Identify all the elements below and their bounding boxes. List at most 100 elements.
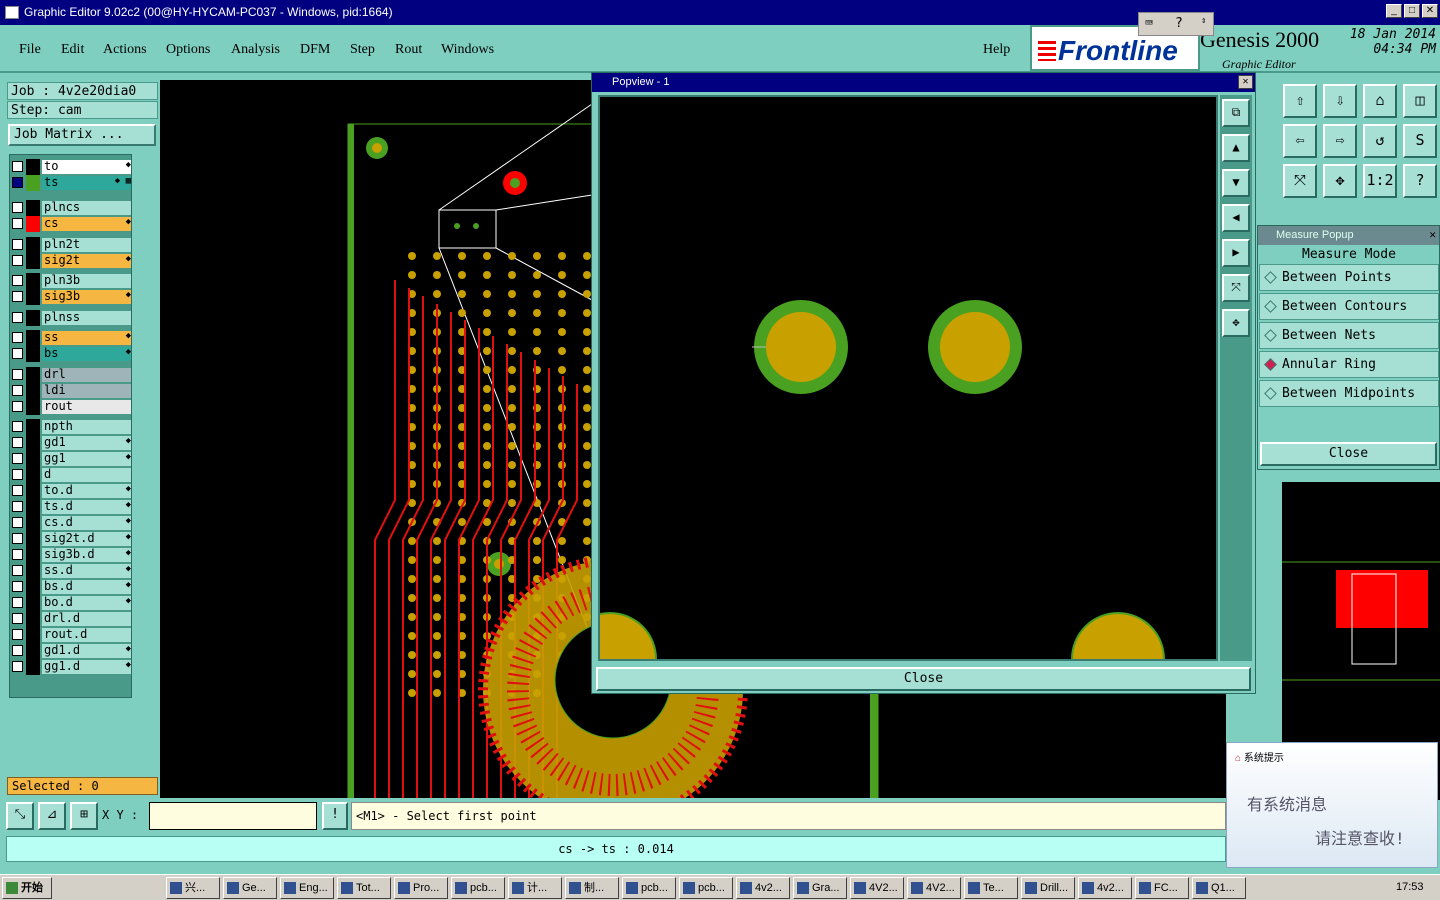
layer-row-ts-d[interactable]: ts.d ◆ <box>10 499 133 515</box>
tool-button-3[interactable]: ◫ <box>1403 84 1437 118</box>
taskbar-item[interactable]: Drill... <box>1021 877 1075 899</box>
measure-tool-icon[interactable]: ⤡ <box>6 802 34 830</box>
layer-name[interactable]: cs.d <box>42 516 131 530</box>
menu-help[interactable]: Help <box>983 42 1010 58</box>
taskbar-item[interactable]: Te... <box>964 877 1018 899</box>
measure-option-between-midpoints[interactable]: Between Midpoints <box>1259 380 1439 407</box>
layer-checkbox[interactable] <box>12 254 23 266</box>
taskbar-item[interactable]: Pro... <box>394 877 448 899</box>
popview-close-icon[interactable]: ✕ <box>1238 75 1253 89</box>
tool-button-2[interactable]: ⌂ <box>1363 84 1397 118</box>
layer-name[interactable]: pln2t <box>42 237 131 252</box>
layer-checkbox[interactable] <box>12 469 23 480</box>
layer-name[interactable]: sig2t.d <box>42 532 131 546</box>
popview-close-button[interactable]: Close <box>596 667 1251 691</box>
layer-checkbox[interactable] <box>12 549 23 560</box>
layer-checkbox[interactable] <box>12 202 23 213</box>
pan-up-icon[interactable]: ▲ <box>1222 134 1250 162</box>
layer-name[interactable]: sig2t <box>42 253 131 268</box>
xy-input[interactable] <box>149 802 317 830</box>
menu-edit[interactable]: Edit <box>61 42 84 58</box>
layer-row-cs[interactable]: cs ◆ <box>10 216 133 232</box>
layer-name[interactable]: plnss <box>42 310 131 325</box>
layer-name[interactable]: ss.d <box>42 564 131 578</box>
taskbar-item[interactable]: pcb... <box>679 877 733 899</box>
taskbar-item[interactable]: 兴... <box>166 877 220 899</box>
measure-option-between-points[interactable]: Between Points <box>1259 264 1439 291</box>
layer-checkbox[interactable] <box>12 565 23 576</box>
layer-checkbox[interactable] <box>12 238 23 250</box>
layer-checkbox[interactable] <box>12 485 23 496</box>
layer-checkbox[interactable] <box>12 218 23 229</box>
layer-row-rout-d[interactable]: rout.d <box>10 627 133 643</box>
layer-name[interactable]: cs <box>42 217 131 231</box>
tool-button-5[interactable]: ⇨ <box>1323 124 1357 158</box>
pan-right-icon[interactable]: ▶ <box>1222 239 1250 267</box>
layer-name[interactable]: drl.d <box>42 612 131 626</box>
info-icon[interactable]: ! <box>322 802 348 830</box>
start-button[interactable]: 开始 <box>2 877 52 899</box>
layer-row-sig3b-d[interactable]: sig3b.d ◆ <box>10 547 133 563</box>
layer-checkbox[interactable] <box>12 629 23 640</box>
snap-tool-icon[interactable]: ⊿ <box>38 802 66 830</box>
layer-checkbox[interactable] <box>12 613 23 624</box>
tool-button-6[interactable]: ↺ <box>1363 124 1397 158</box>
layer-name[interactable]: npth <box>42 420 131 434</box>
layer-name[interactable]: gd1.d <box>42 644 131 658</box>
layer-row-sig3b[interactable]: sig3b ◆ <box>10 289 133 305</box>
menu-analysis[interactable]: Analysis <box>231 42 280 58</box>
layer-row-pln2t[interactable]: pln2t <box>10 236 133 253</box>
layer-row-drl-d[interactable]: drl.d <box>10 611 133 627</box>
measure-close-button[interactable]: Close <box>1260 442 1437 466</box>
layer-name[interactable]: sig3b <box>42 290 131 304</box>
layer-row-bo-d[interactable]: bo.d ◆ <box>10 595 133 611</box>
layer-name[interactable]: to <box>42 160 131 174</box>
measure-option-between-contours[interactable]: Between Contours <box>1259 293 1439 320</box>
taskbar-item[interactable]: Ge... <box>223 877 277 899</box>
menu-windows[interactable]: Windows <box>441 42 494 58</box>
layer-checkbox[interactable] <box>12 533 23 544</box>
layer-name[interactable]: pln3b <box>42 274 131 288</box>
taskbar-item[interactable]: Gra... <box>793 877 847 899</box>
tool-button-1[interactable]: ⇩ <box>1323 84 1357 118</box>
layer-name[interactable]: ts.d <box>42 500 131 514</box>
help-icon[interactable]: ? <box>1175 16 1183 31</box>
layer-row-ss-d[interactable]: ss.d ◆ <box>10 563 133 579</box>
layer-name[interactable]: d <box>42 468 131 482</box>
menu-options[interactable]: Options <box>166 42 210 58</box>
maximize-button[interactable]: □ <box>1404 4 1420 18</box>
layer-checkbox[interactable] <box>12 453 23 464</box>
layer-checkbox[interactable] <box>12 348 23 359</box>
layer-name[interactable]: gd1 <box>42 436 131 450</box>
tool-button-4[interactable]: ⇦ <box>1283 124 1317 158</box>
layer-row-plnss[interactable]: plnss <box>10 309 133 326</box>
taskbar-item[interactable]: pcb... <box>622 877 676 899</box>
layer-row-bs-d[interactable]: bs.d ◆ <box>10 579 133 595</box>
layer-checkbox[interactable] <box>12 332 23 343</box>
layer-checkbox[interactable] <box>12 597 23 608</box>
layer-checkbox[interactable] <box>12 311 23 323</box>
close-window-button[interactable]: ✕ <box>1422 4 1438 18</box>
layer-checkbox[interactable] <box>12 517 23 528</box>
layer-checkbox[interactable] <box>12 661 23 672</box>
layer-checkbox[interactable] <box>12 437 23 448</box>
layer-checkbox[interactable] <box>12 400 23 412</box>
zoom-in-icon[interactable]: ⤧ <box>1222 274 1250 302</box>
layer-row-drl[interactable]: drl <box>10 366 133 383</box>
layer-row-cs-d[interactable]: cs.d ◆ <box>10 515 133 531</box>
tool-button-0[interactable]: ⇧ <box>1283 84 1317 118</box>
pan-left-icon[interactable]: ◀ <box>1222 204 1250 232</box>
taskbar-item[interactable]: 4V2... <box>850 877 904 899</box>
layer-name[interactable]: drl <box>42 367 131 382</box>
layer-row-gd1[interactable]: gd1 ◆ <box>10 435 133 451</box>
layer-checkbox[interactable] <box>12 161 23 172</box>
layer-name[interactable]: ldi <box>42 383 131 398</box>
layer-checkbox[interactable] <box>12 291 23 302</box>
taskbar-item[interactable]: 4v2... <box>736 877 790 899</box>
taskbar-item[interactable]: pcb... <box>451 877 505 899</box>
taskbar-item[interactable]: 4v2... <box>1078 877 1132 899</box>
layer-name[interactable]: bs.d <box>42 580 131 594</box>
menu-file[interactable]: File <box>19 42 41 58</box>
tool-button-10[interactable]: 1:2 <box>1363 164 1397 198</box>
layer-name[interactable]: bs <box>42 347 131 361</box>
